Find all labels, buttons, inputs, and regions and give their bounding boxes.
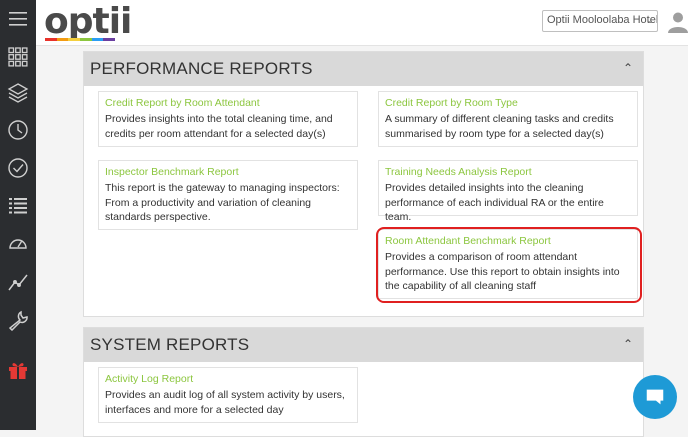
sidebar	[0, 0, 36, 430]
report-card: Training Needs Analysis Report Provides …	[378, 160, 638, 223]
hotel-select-value: Optii Mooloolaba Hotel	[547, 14, 658, 26]
report-link[interactable]: Activity Log Report	[105, 373, 351, 386]
report-link[interactable]: Credit Report by Room Type	[385, 97, 631, 110]
wrench-icon[interactable]	[0, 302, 36, 338]
gift-icon[interactable]	[0, 352, 36, 388]
report-link[interactable]: Training Needs Analysis Report	[385, 166, 631, 179]
chat-bubble-icon	[646, 389, 664, 405]
trend-line-icon[interactable]	[0, 264, 36, 300]
chevron-up-icon[interactable]: ⌃	[623, 337, 633, 351]
report-card: Inspector Benchmark Report This report i…	[98, 160, 358, 230]
chevron-up-icon[interactable]: ⌃	[623, 61, 633, 75]
highlight-annotation	[376, 227, 642, 303]
report-description: Provides insights into the total cleanin…	[105, 113, 333, 140]
main-content: PERFORMANCE REPORTS ⌃ Credit Report by R…	[36, 47, 688, 437]
chevron-down-icon: ⌄	[646, 15, 654, 25]
report-description: A summary of different cleaning tasks an…	[385, 113, 614, 140]
hamburger-menu-icon[interactable]	[0, 1, 36, 37]
dashboard-gauge-icon[interactable]	[0, 226, 36, 262]
report-description: Provides an audit log of all system acti…	[105, 389, 345, 416]
chat-button[interactable]	[633, 375, 677, 419]
section-title: PERFORMANCE REPORTS	[90, 59, 313, 78]
optii-logo[interactable]: optii	[44, 1, 132, 44]
report-card: Credit Report by Room Attendant Provides…	[98, 91, 358, 147]
logo-text: optii	[44, 1, 132, 42]
section-title: SYSTEM REPORTS	[90, 335, 250, 354]
check-circle-icon[interactable]	[0, 150, 36, 186]
report-description: Provides detailed insights into the clea…	[385, 182, 604, 223]
list-icon[interactable]	[0, 188, 36, 224]
report-card: Credit Report by Room Type A summary of …	[378, 91, 638, 147]
hotel-select[interactable]: Optii Mooloolaba Hotel ⌄	[542, 10, 658, 32]
performance-reports-section: PERFORMANCE REPORTS ⌃ Credit Report by R…	[83, 51, 644, 317]
clock-icon[interactable]	[0, 112, 36, 148]
logo-color-bar	[45, 38, 116, 41]
report-description: This report is the gateway to managing i…	[105, 182, 340, 223]
top-bar: optii Optii Mooloolaba Hotel ⌄	[36, 0, 688, 46]
layers-icon[interactable]	[0, 75, 36, 111]
system-reports-header[interactable]: SYSTEM REPORTS ⌃	[84, 328, 643, 362]
user-avatar-icon[interactable]	[668, 11, 688, 33]
report-card: Activity Log Report Provides an audit lo…	[98, 367, 358, 423]
report-link[interactable]: Credit Report by Room Attendant	[105, 97, 351, 110]
report-link[interactable]: Inspector Benchmark Report	[105, 166, 351, 179]
grid-icon[interactable]	[0, 38, 36, 74]
performance-reports-header[interactable]: PERFORMANCE REPORTS ⌃	[84, 52, 643, 86]
system-reports-section: SYSTEM REPORTS ⌃ Activity Log Report Pro…	[83, 327, 644, 437]
